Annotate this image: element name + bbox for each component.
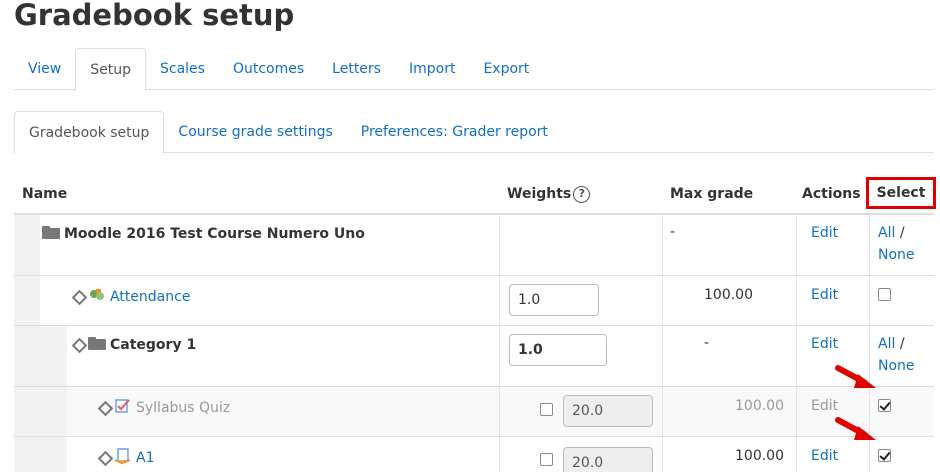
select-all-link[interactable]: All [878,336,895,352]
weight-input[interactable]: 20.0 [563,395,653,427]
main-tabs: View Setup Scales Outcomes Letters Impor… [14,48,934,91]
weight-override-checkbox[interactable] [540,403,553,416]
tab-course-grade-settings[interactable]: Course grade settings [164,111,346,153]
header-weights: Weights? [507,176,591,214]
select-checkbox[interactable] [878,399,891,412]
tab-scales[interactable]: Scales [146,48,219,90]
gradebook-table: Moodle 2016 Test Course Numero Uno - Edi… [14,214,934,472]
table-row: A1 20.0 100.00 Edit [14,436,934,472]
course-name: Moodle 2016 Test Course Numero Uno [64,226,365,242]
table-row: Attendance 1.0 100.00 Edit [14,275,934,325]
edit-link[interactable]: Edit [811,225,838,241]
row-name: Attendance [72,287,190,305]
row-name: Moodle 2016 Test Course Numero Uno [42,226,365,242]
weight-input[interactable]: 1.0 [509,284,599,316]
sub-tabs: Gradebook setup Course grade settings Pr… [14,111,934,154]
edit-link[interactable]: Edit [811,448,838,464]
select-all-none: All / [878,336,905,352]
arrow-annotation-icon [835,417,876,440]
tab-export[interactable]: Export [469,48,543,90]
row-name: Syllabus Quiz [98,398,230,416]
folder-icon [88,337,106,350]
header-select: Select [866,177,936,209]
weight-override-checkbox[interactable] [540,453,553,466]
a1-link[interactable]: A1 [136,450,154,466]
select-none-link[interactable]: None [878,358,915,374]
page-title: Gradebook setup [14,0,295,32]
attendance-link[interactable]: Attendance [110,289,190,305]
weight-input[interactable]: 20.0 [563,447,653,472]
header-actions: Actions [802,186,861,202]
header-max-grade: Max grade [670,186,754,202]
table-row: Moodle 2016 Test Course Numero Uno - Edi… [14,214,934,275]
tab-view[interactable]: View [14,48,75,90]
arrow-annotation-icon [835,365,876,388]
max-grade: - [670,224,676,240]
tab-preferences-grader-report[interactable]: Preferences: Grader report [347,111,562,153]
tab-outcomes[interactable]: Outcomes [219,48,318,90]
move-icon[interactable] [98,401,110,413]
table-header: Name Weights? Max grade Actions [14,176,934,214]
max-grade: - [704,335,710,351]
tab-letters[interactable]: Letters [318,48,395,90]
max-grade: 100.00 [735,448,784,464]
edit-link[interactable]: Edit [811,336,838,352]
max-grade: 100.00 [704,287,753,303]
select-separator: / [899,225,905,241]
assignment-icon [114,448,131,464]
weight-input[interactable]: 1.0 [509,334,607,366]
select-checkbox[interactable] [878,449,891,462]
row-name: A1 [98,448,154,466]
move-icon[interactable] [72,290,84,302]
folder-icon [42,226,60,239]
edit-link[interactable]: Edit [811,398,838,414]
tab-gradebook-setup[interactable]: Gradebook setup [14,111,165,154]
syllabus-quiz-link[interactable]: Syllabus Quiz [136,400,230,416]
attendance-icon [90,289,104,300]
tab-setup[interactable]: Setup [75,48,146,91]
select-all-link[interactable]: All [878,225,895,241]
move-icon[interactable] [98,451,110,463]
select-checkbox[interactable] [878,288,891,301]
edit-link[interactable]: Edit [811,287,838,303]
category-name: Category 1 [110,337,197,353]
select-all-none: All / [878,225,905,241]
help-icon[interactable]: ? [573,186,591,203]
table-row: Syllabus Quiz 20.0 100.00 Edit [14,386,934,436]
header-name: Name [22,186,68,202]
quiz-icon [115,399,130,413]
header-weights-label: Weights [507,186,572,202]
select-separator: / [899,336,905,352]
move-icon[interactable] [72,338,84,350]
table-row: Category 1 1.0 - Edit All / None [14,325,934,386]
row-name: Category 1 [72,337,196,353]
select-none-link[interactable]: None [878,247,915,263]
tab-import[interactable]: Import [395,48,469,90]
max-grade: 100.00 [735,398,784,414]
